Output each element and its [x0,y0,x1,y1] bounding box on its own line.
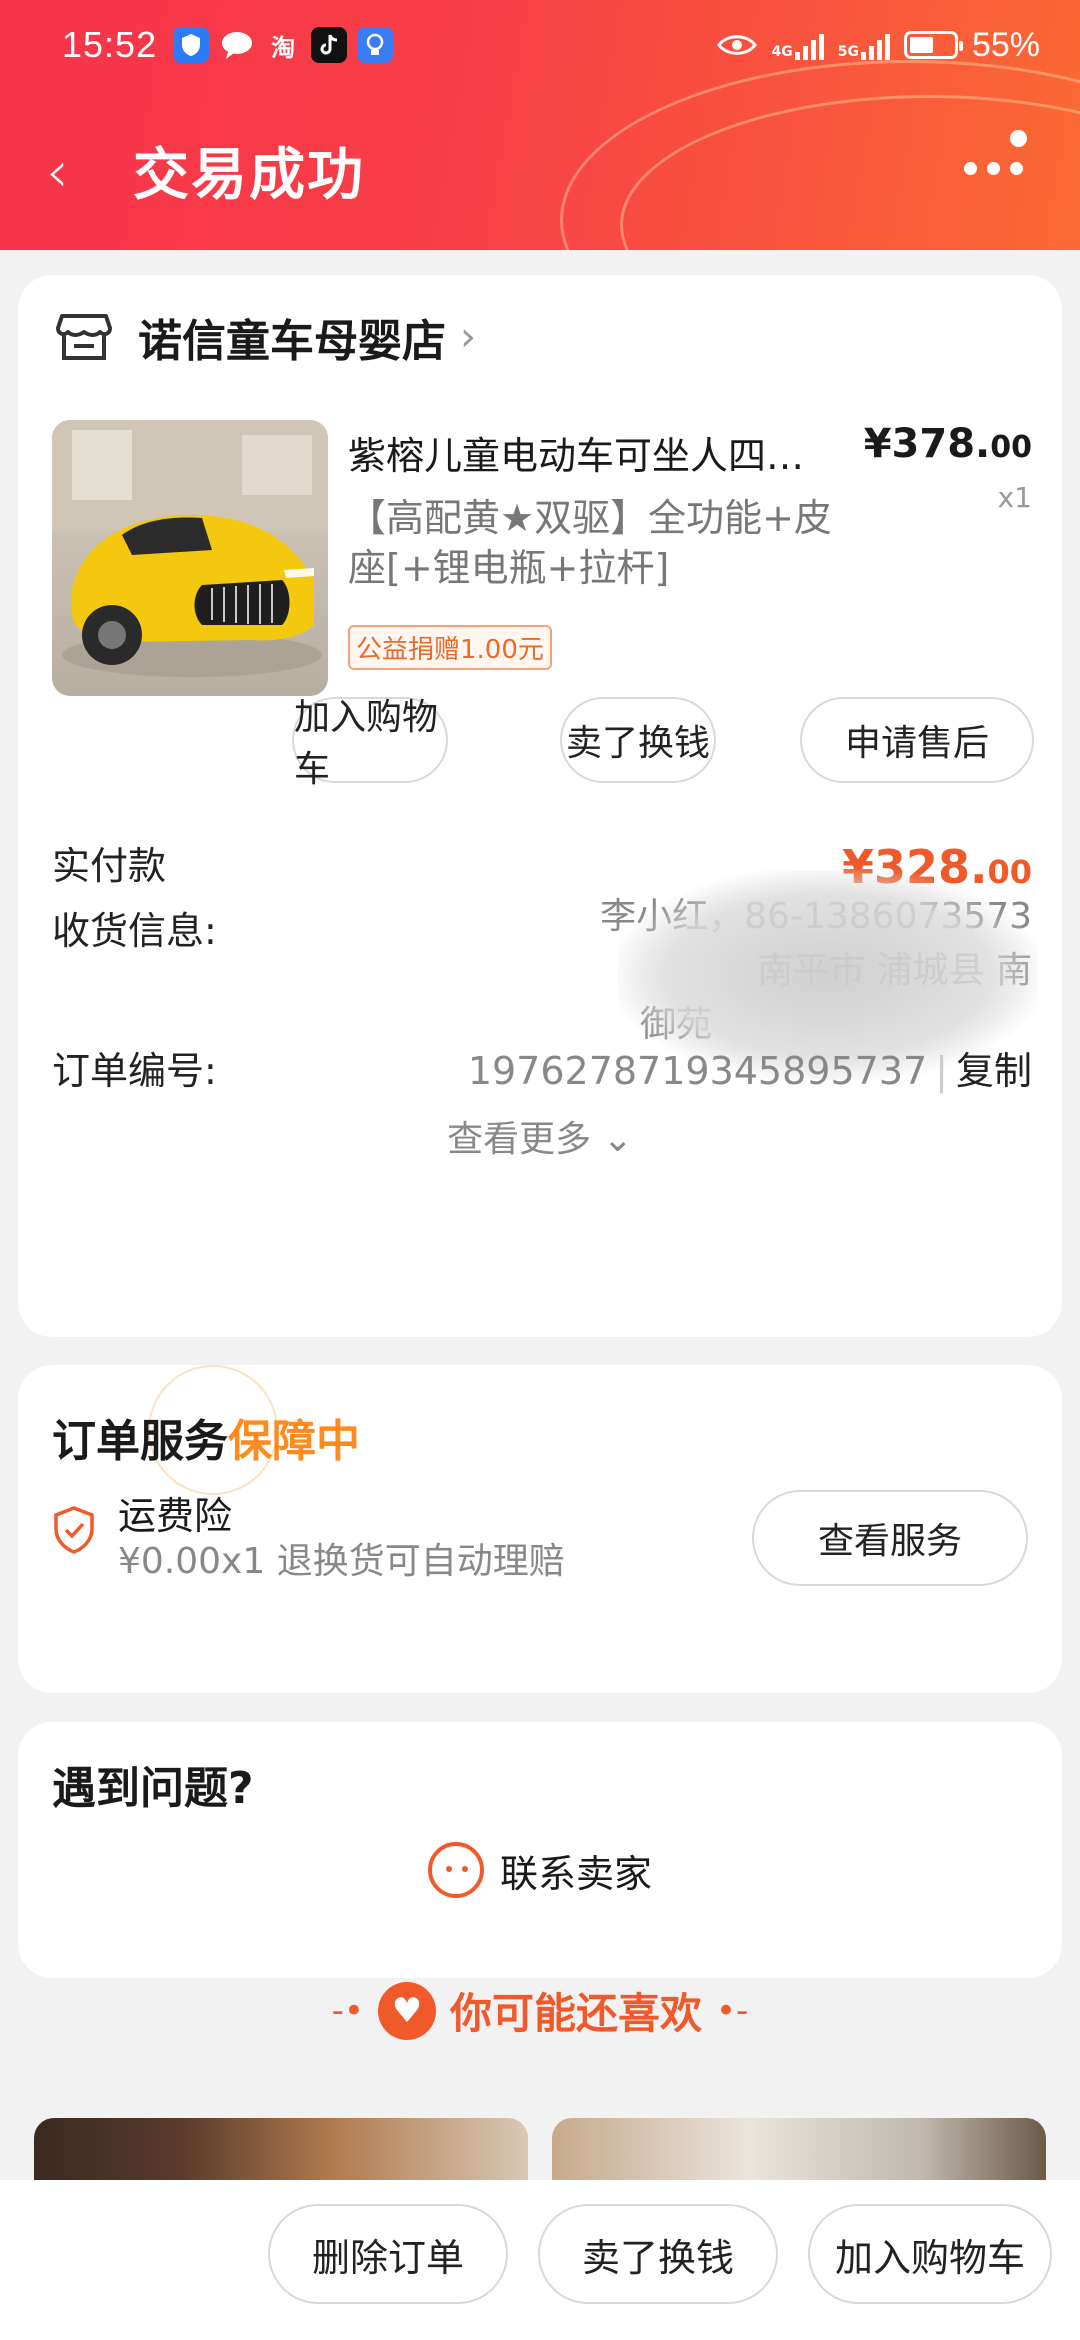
dash-right: •- [716,1990,749,2031]
service-card: 订单服务保障中 运费险 ¥0.00x1 退换货可自动理赔 查看服务 [18,1365,1062,1693]
header: 15:52 淘 4G 5G 55% ‹ 交易成功 [0,0,1080,250]
delete-order-button[interactable]: 删除订单 [268,2204,508,2304]
recommend-header: -• ♥ 你可能还喜欢 •- [0,1980,1080,2041]
chat-cat-icon [427,1842,484,1898]
clock: 15:52 [62,24,158,65]
add-to-cart-button[interactable]: 加入购物车 [292,697,448,790]
sell-for-cash-button[interactable]: 卖了换钱 [538,2204,778,2304]
shop-name[interactable]: 诺信童车母婴店 [138,305,446,369]
signal-bars-icon [860,30,890,60]
tiktok-app-icon [311,27,348,63]
contact-seller-button[interactable]: 联系卖家 [18,1842,1062,1898]
status-right: 4G 5G 55% [717,26,1040,65]
contact-seller-label: 联系卖家 [499,1851,652,1896]
order-card: 诺信童车母婴店 › 紫榕儿童电动车可坐人四… ¥378.00 x1 【高配黄★双… [18,275,1062,1337]
status-bar: 15:52 淘 4G 5G 55% [0,0,1080,90]
shield-check-icon [54,1506,94,1554]
problem-title: 遇到问题? [52,1763,254,1814]
chevron-right-icon: › [460,314,476,360]
taobao-app-icon: 淘 [271,33,296,62]
order-number-row: 1976278719345895737 | 复制 [467,1049,1032,1093]
after-sales-button[interactable]: 申请售后 [800,697,1034,783]
back-icon[interactable]: ‹ [46,140,68,205]
chevron-down-icon: ⌄ [602,1119,633,1160]
sell-for-cash-button[interactable]: 卖了换钱 [560,697,716,783]
product-price: ¥378.00 [863,421,1032,467]
signal-bars-icon [794,30,824,60]
dash-left: -• [331,1990,364,2031]
shop-header[interactable]: 诺信童车母婴店 › [56,305,476,369]
add-to-cart-button[interactable]: 加入购物车 [808,2204,1052,2304]
service-title: 订单服务保障中 [52,1416,360,1467]
product-spec: 【高配黄★双驱】全功能+皮座[+锂电瓶+拉杆] [348,496,832,590]
page-title: 交易成功 [133,143,365,208]
see-more-button[interactable]: 查看更多 ⌄ [18,1110,1062,1162]
recommend-title: 你可能还喜欢 [449,1989,702,2038]
bottom-action-bar: 删除订单 卖了换钱 加入购物车 [0,2180,1080,2340]
charity-tag: 公益捐赠1.00元 [348,625,552,670]
signal-5g: 5G [838,30,890,60]
signal-4g: 4G [771,30,824,60]
address-label: 收货信息: [52,909,217,953]
problem-card: 遇到问题? 联系卖家 [18,1722,1062,1978]
message-app-icon [219,27,255,63]
heart-icon: ♥ [377,1981,436,2040]
bulb-app-icon [357,27,394,63]
order-number: 1976278719345895737 [467,1049,928,1093]
battery-percent: 55% [971,25,1040,64]
more-options-icon[interactable] [950,118,1040,208]
store-icon [56,314,112,360]
shield-app-icon [173,27,210,63]
view-service-button[interactable]: 查看服务 [752,1490,1028,1586]
product-image[interactable] [52,420,328,696]
battery-icon [903,31,963,59]
copy-button[interactable]: 复制 [956,1049,1032,1093]
order-number-label: 订单编号: [52,1049,217,1093]
notification-icons: 淘 [173,27,394,63]
paid-label: 实付款 [52,844,167,888]
eye-icon [717,35,758,55]
shipping-insurance-desc: ¥0.00x1 退换货可自动理赔 [118,1541,565,1582]
product-title[interactable]: 紫榕儿童电动车可坐人四… [348,425,868,480]
product-quantity: x1 [997,481,1032,514]
title-bar: ‹ 交易成功 [0,110,1080,220]
